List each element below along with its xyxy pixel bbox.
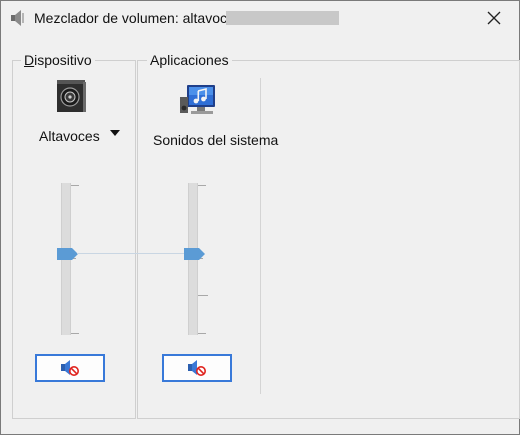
app-volume-thumb[interactable] [184, 248, 206, 260]
device-selector[interactable]: Altavoces [39, 128, 100, 144]
system-sounds-icon[interactable] [179, 83, 219, 119]
app-mute-button[interactable] [162, 354, 232, 382]
device-group-label: Dispositivo [21, 52, 95, 68]
speaker-muted-icon [188, 360, 206, 376]
title-bar: Mezclador de volumen: altavoces [1, 1, 519, 35]
applications-group-label: Aplicaciones [147, 52, 232, 68]
slider-link-line [77, 253, 187, 254]
device-mute-button[interactable] [35, 354, 105, 382]
window-title: Mezclador de volumen: altavoces [34, 10, 242, 26]
close-button[interactable] [477, 3, 511, 33]
redacted-region [226, 11, 339, 25]
chevron-down-icon[interactable] [110, 130, 120, 136]
speaker-muted-icon [61, 360, 79, 376]
speaker-icon [11, 10, 24, 26]
speaker-device-icon[interactable] [57, 80, 87, 112]
application-column-divider [260, 78, 261, 394]
close-icon [487, 11, 501, 25]
app-name-label: Sonidos del sistema [153, 132, 279, 148]
device-volume-thumb[interactable] [57, 248, 79, 260]
volume-mixer-window: Mezclador de volumen: altavoces Disposit… [0, 0, 520, 435]
